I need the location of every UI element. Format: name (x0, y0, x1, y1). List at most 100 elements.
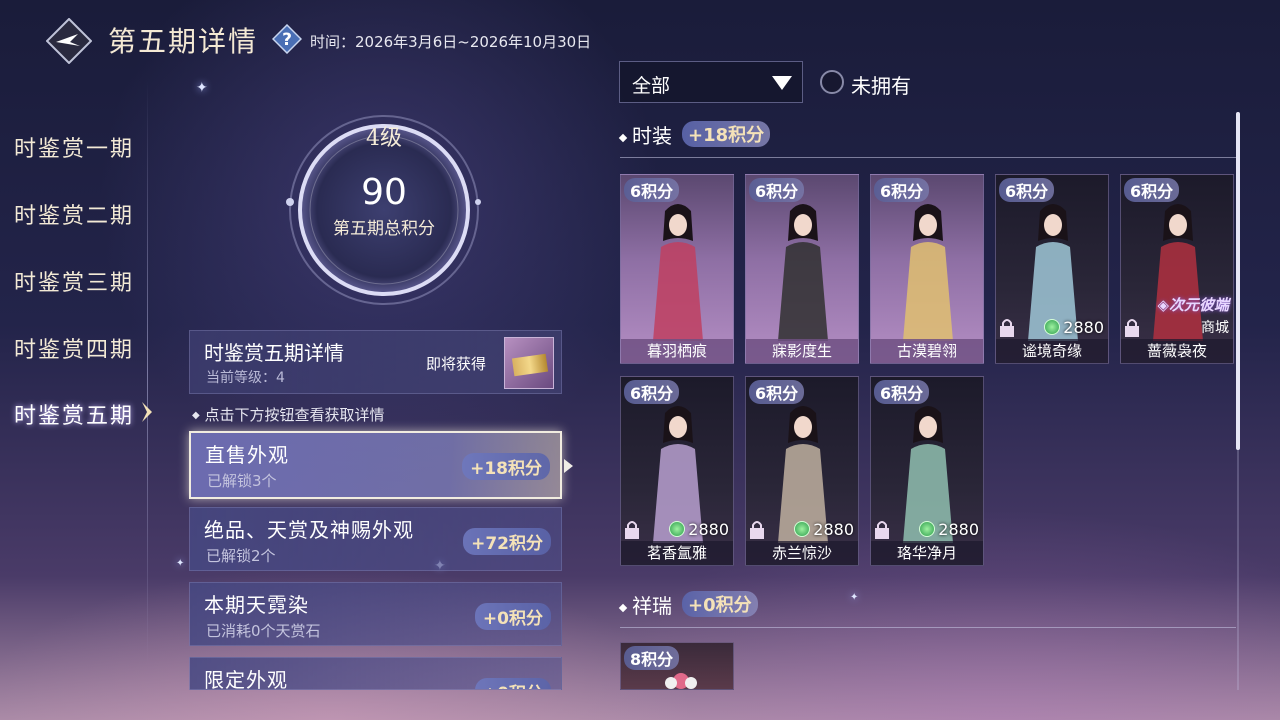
task-progress: 已解锁2个 (206, 547, 276, 565)
item-name: 谧境奇缘 (1021, 342, 1082, 360)
jade-coin-icon (669, 521, 686, 537)
active-marker-icon (142, 402, 152, 422)
task-points-badge: +18积分 (462, 453, 550, 480)
section-points-badge: +18积分 (682, 121, 771, 147)
diamond-bullet-icon: ◆ (192, 410, 200, 421)
lock-icon (625, 521, 639, 539)
sparkle-icon: ✦ (850, 592, 859, 603)
reward-item-icon (511, 353, 549, 377)
section-title-auspicious: 祥瑞 (618, 590, 672, 619)
nav-item-period-1[interactable]: 时鉴赏一期 (14, 131, 134, 163)
total-score-label: 第五期总积分 (333, 219, 435, 239)
sparkle-icon: ✦ (176, 558, 185, 569)
nav-item-period-5[interactable]: 时鉴赏五期 (14, 398, 134, 430)
fashion-item-card[interactable]: 6积分蔷薇袅夜 商城 ◈次元彼端 (1120, 174, 1234, 364)
lock-icon (875, 521, 889, 539)
scrollbar-thumb[interactable] (1236, 112, 1240, 450)
item-name: 寐影度生 (771, 342, 832, 360)
task-title: 直售外观 (205, 443, 289, 467)
event-time-label: 时间：2026年3月6日~2026年10月30日 (310, 33, 592, 51)
dropdown-arrow-icon (772, 76, 792, 90)
task-points-badge: +0积分 (474, 678, 551, 689)
section-divider (620, 627, 1236, 628)
section-divider (620, 157, 1236, 158)
flower-icon (665, 673, 697, 689)
item-points-badge: 6积分 (624, 178, 680, 202)
jade-coin-icon (794, 521, 811, 537)
reward-thumbnail[interactable] (504, 337, 554, 389)
item-name: 茗香氲雅 (646, 544, 707, 562)
details-title: 时鉴赏五期详情 (204, 341, 344, 365)
task-premium-outfits[interactable]: 绝品、天赏及神赐外观 已解锁2个 +72积分 (189, 507, 562, 571)
diamond-bullet-icon (618, 133, 628, 142)
fashion-item-card[interactable]: 6积分古漠碧翎 (870, 174, 984, 364)
filter-value: 全部 (632, 75, 671, 97)
unowned-filter-label[interactable]: 未拥有 (851, 70, 911, 99)
unowned-filter-radio[interactable] (820, 70, 844, 94)
item-price-value: 2880 (938, 520, 979, 539)
task-dye[interactable]: 本期天霓染 已消耗0个天赏石 +0积分 (189, 582, 562, 646)
sparkle-icon: ✦ (196, 80, 208, 96)
section-title-fashion: 时装 (618, 120, 672, 149)
back-icon (45, 17, 93, 65)
jade-coin-icon (919, 521, 936, 537)
task-title: 本期天霓染 (204, 593, 309, 617)
fashion-item-card[interactable]: 6积分寐影度生 (745, 174, 859, 364)
item-name: 珞华净月 (896, 544, 957, 562)
back-button[interactable] (45, 17, 93, 65)
item-brand-label: ◈次元彼端 (1157, 294, 1229, 315)
fashion-item-card[interactable]: 6积分茗香氲雅 2880 (620, 376, 734, 566)
item-price-value: 2880 (813, 520, 854, 539)
item-shop-label: 商城 (1201, 320, 1229, 336)
current-level-text: 当前等级：4 (206, 370, 285, 386)
task-points-badge: +0积分 (474, 603, 551, 630)
item-points-badge: 6积分 (624, 380, 680, 404)
nav-item-period-3[interactable]: 时鉴赏三期 (14, 265, 134, 297)
task-points-badge: +72积分 (463, 528, 551, 555)
item-points-badge: 6积分 (1124, 178, 1180, 202)
item-name: 暮羽栖痕 (646, 342, 707, 360)
fashion-item-card[interactable]: 6积分暮羽栖痕 (620, 174, 734, 364)
character-outfit-icon (778, 204, 828, 341)
nav-item-period-2[interactable]: 时鉴赏二期 (14, 198, 134, 230)
item-points-badge: 6积分 (749, 178, 805, 202)
item-price: 2880 (669, 520, 729, 539)
task-progress: 已解锁3个 (207, 472, 277, 490)
item-points-badge: 6积分 (999, 178, 1055, 202)
character-outfit-icon (1153, 204, 1203, 341)
lock-icon (1000, 319, 1014, 337)
item-price-value: 2880 (1063, 318, 1104, 337)
item-points-badge: 6积分 (874, 178, 930, 202)
section-title-text: 时装 (632, 124, 672, 148)
character-outfit-icon (903, 204, 953, 341)
total-score-value: 90 (361, 172, 407, 213)
help-button[interactable]: ? (271, 23, 303, 55)
item-points-badge: 6积分 (749, 380, 805, 404)
item-points-badge: 6积分 (874, 380, 930, 404)
period-details-card[interactable]: 时鉴赏五期详情 当前等级：4 即将获得 (189, 330, 562, 394)
fashion-item-card[interactable]: 6积分谧境奇缘 2880 (995, 174, 1109, 364)
nav-item-period-4[interactable]: 时鉴赏四期 (14, 332, 134, 364)
level-label: 4级 (366, 126, 402, 151)
item-name: 古漠碧翎 (896, 342, 957, 360)
item-price-value: 2880 (688, 520, 729, 539)
task-direct-sale[interactable]: 直售外观 已解锁3个 +18积分 (189, 431, 562, 499)
lock-icon (750, 521, 764, 539)
task-title: 绝品、天赏及神赐外观 (204, 518, 414, 542)
item-price: 2880 (794, 520, 854, 539)
task-title: 限定外观 (204, 668, 288, 690)
item-name: 蔷薇袅夜 (1146, 342, 1207, 360)
svg-text:?: ? (282, 30, 292, 50)
lock-icon (1125, 319, 1139, 337)
fashion-item-card[interactable]: 6积分珞华净月 2880 (870, 376, 984, 566)
item-brand-text: 次元彼端 (1168, 296, 1229, 314)
auspicious-item-card[interactable]: 8积分 (620, 642, 734, 690)
category-filter-select[interactable]: 全部 (619, 61, 803, 103)
nav-divider (147, 80, 148, 665)
task-progress: 已消耗0个天赏石 (206, 622, 321, 640)
selected-arrow-icon (564, 459, 573, 473)
fashion-item-card[interactable]: 6积分赤兰惊沙 2880 (745, 376, 859, 566)
item-name: 赤兰惊沙 (771, 544, 832, 562)
task-limited-outfits[interactable]: 限定外观 +0积分 (189, 657, 562, 690)
page-title: 第五期详情 (108, 25, 259, 58)
